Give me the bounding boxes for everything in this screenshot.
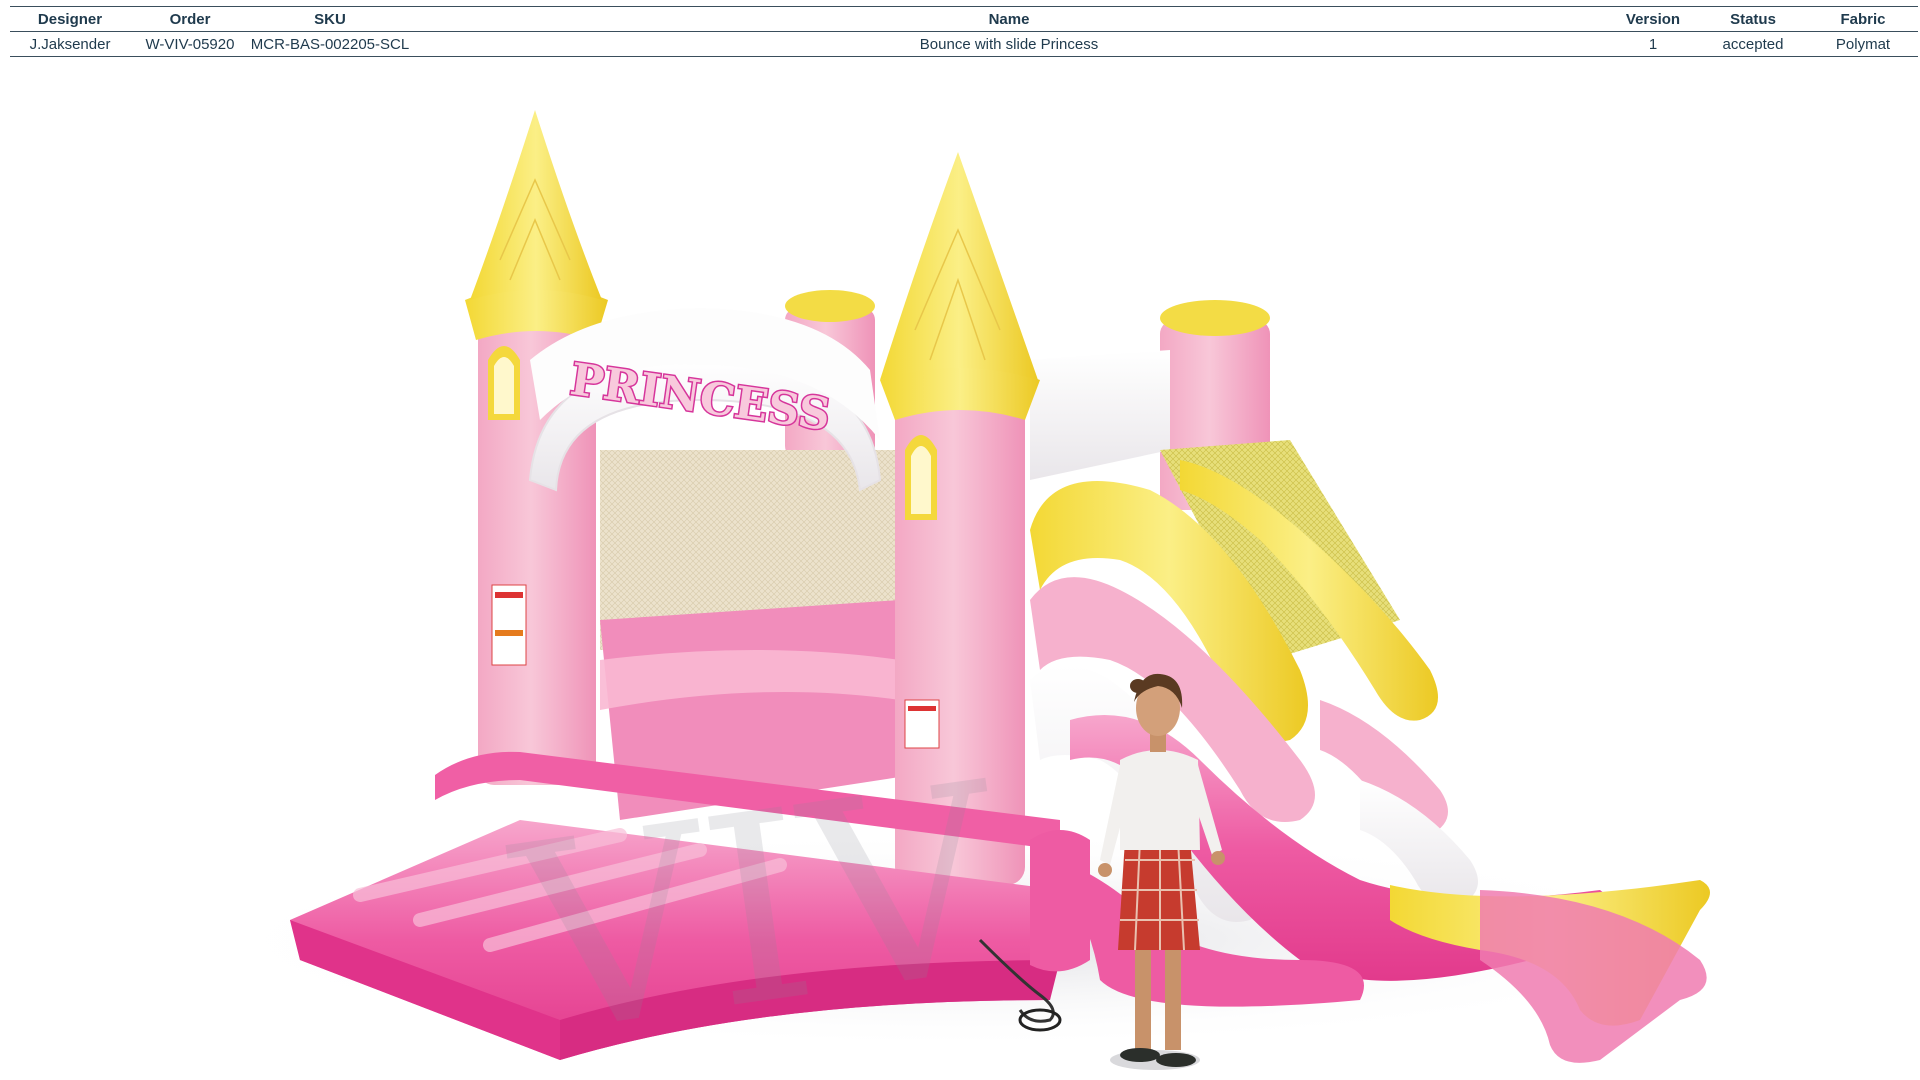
- back-wall: [1030, 350, 1170, 480]
- spec-sheet-page: Designer Order SKU Name Version Status F…: [0, 0, 1920, 1080]
- cell-order: W-VIV-05920: [145, 35, 235, 53]
- rear-right-pillar-cap: [1160, 300, 1270, 336]
- spec-table: Designer Order SKU Name Version Status F…: [10, 6, 1918, 57]
- cell-designer: J.Jaksender: [29, 35, 111, 53]
- cell-name: Bounce with slide Princess: [919, 35, 1099, 53]
- header-fabric: Fabric: [1840, 10, 1886, 28]
- header-name: Name: [988, 10, 1030, 28]
- cell-version: 1: [1648, 35, 1658, 53]
- header-version: Version: [1625, 10, 1681, 28]
- spec-table-data-row: J.Jaksender W-VIV-05920 MCR-BAS-002205-S…: [10, 32, 1918, 56]
- product-render: PRINCESS VIV: [0, 60, 1920, 1080]
- rear-left-pillar-cap: [785, 290, 875, 322]
- spec-table-header-row: Designer Order SKU Name Version Status F…: [10, 7, 1918, 32]
- right-tower-spire: [880, 152, 1038, 380]
- cell-status: accepted: [1722, 35, 1784, 53]
- header-order: Order: [169, 10, 211, 28]
- cell-fabric: Polymat: [1835, 35, 1891, 53]
- cell-sku: MCR-BAS-002205-SCL: [250, 35, 410, 53]
- header-designer: Designer: [37, 10, 103, 28]
- header-sku: SKU: [314, 10, 346, 28]
- bounce-castle-illustration: PRINCESS VIV: [200, 110, 1720, 1080]
- slide: [1030, 440, 1710, 1063]
- header-status: Status: [1730, 10, 1776, 28]
- left-tower-spire: [470, 110, 602, 300]
